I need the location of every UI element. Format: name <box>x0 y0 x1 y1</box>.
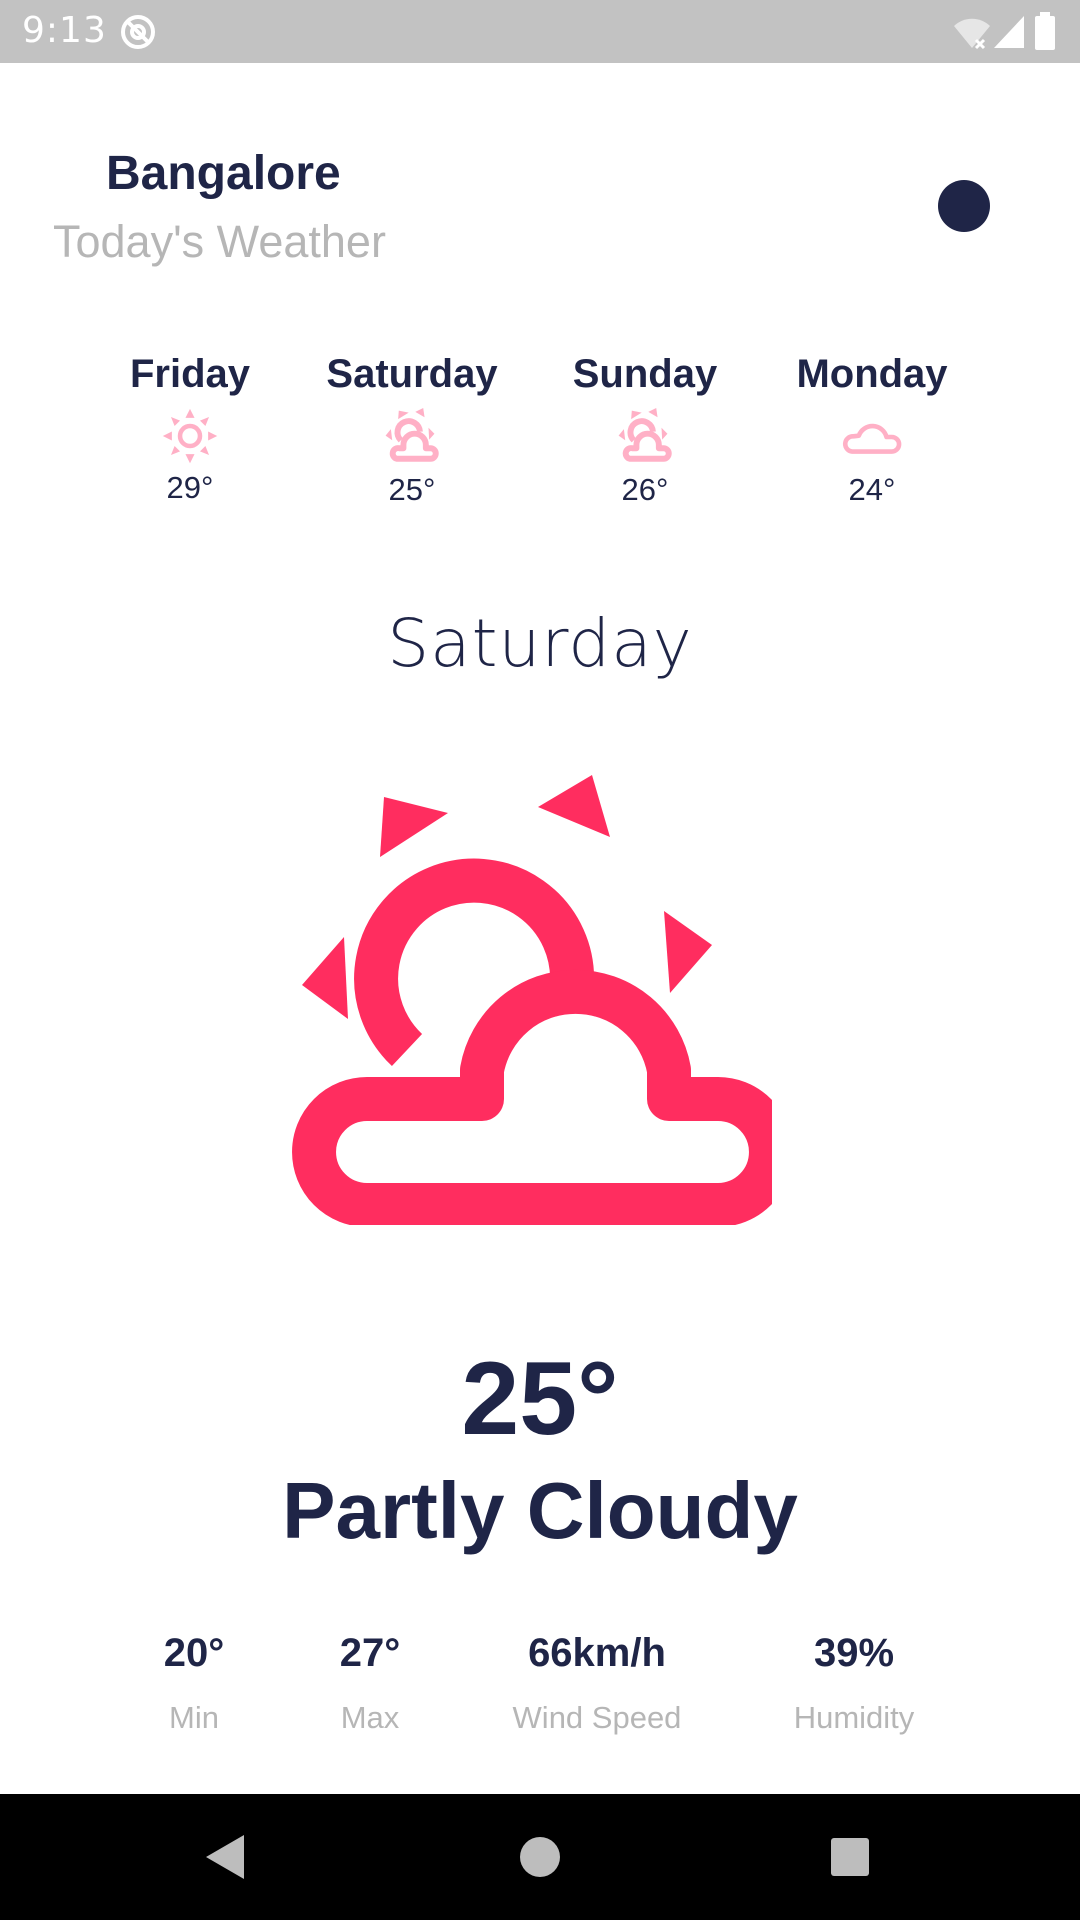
stat-max: 27° Max <box>240 1628 500 1738</box>
partly-cloudy-icon <box>609 404 681 470</box>
stat-label: Wind Speed <box>512 1700 682 1735</box>
selected-day-title: Saturday <box>387 605 693 682</box>
sun-icon <box>161 404 219 468</box>
theme-toggle-button[interactable] <box>938 180 990 232</box>
forecast-temp: 29° <box>166 470 214 505</box>
forecast-temp: 26° <box>621 472 669 507</box>
page-subtitle: Today's Weather <box>53 216 386 267</box>
stat-humidity: 39% Humidity <box>724 1628 984 1738</box>
status-icons <box>952 12 1062 52</box>
forecast-day-name: Sunday <box>572 352 718 396</box>
forecast-day-name: Saturday <box>326 352 498 396</box>
partly-cloudy-icon <box>376 404 448 470</box>
status-time: 9:13 <box>22 10 107 51</box>
wifi-off-icon <box>954 18 990 50</box>
stat-wind-speed: 66km/h Wind Speed <box>467 1628 727 1738</box>
partly-cloudy-icon <box>292 775 772 1225</box>
forecast-day-sunday[interactable]: Sunday 26° <box>535 350 755 510</box>
forecast-temp: 25° <box>388 472 436 507</box>
forecast-day-saturday[interactable]: Saturday 25° <box>302 350 522 510</box>
stat-value: 27° <box>339 1631 401 1675</box>
signal-icon <box>994 16 1024 48</box>
navigation-bar <box>0 1794 1080 1920</box>
stat-value: 39% <box>813 1631 895 1675</box>
sync-at-icon <box>121 15 155 49</box>
current-condition: Partly Cloudy <box>282 1466 798 1555</box>
back-icon[interactable] <box>196 1827 256 1887</box>
current-temperature: 25° <box>461 1341 619 1457</box>
stat-label: Humidity <box>793 1700 915 1735</box>
home-icon[interactable] <box>510 1827 570 1887</box>
status-bar: 9:13 <box>0 0 1080 63</box>
forecast-day-name: Monday <box>796 352 948 396</box>
recents-icon[interactable] <box>820 1827 880 1887</box>
city-name: Bangalore <box>106 147 341 200</box>
cloud-icon <box>834 404 910 470</box>
battery-icon <box>1035 12 1055 50</box>
forecast-temp: 24° <box>848 472 896 507</box>
forecast-day-monday[interactable]: Monday 24° <box>762 350 982 510</box>
stat-value: 66km/h <box>528 1631 666 1675</box>
forecast-day-friday[interactable]: Friday 29° <box>80 350 300 508</box>
stat-label: Max <box>340 1700 400 1735</box>
forecast-day-name: Friday <box>129 352 251 396</box>
